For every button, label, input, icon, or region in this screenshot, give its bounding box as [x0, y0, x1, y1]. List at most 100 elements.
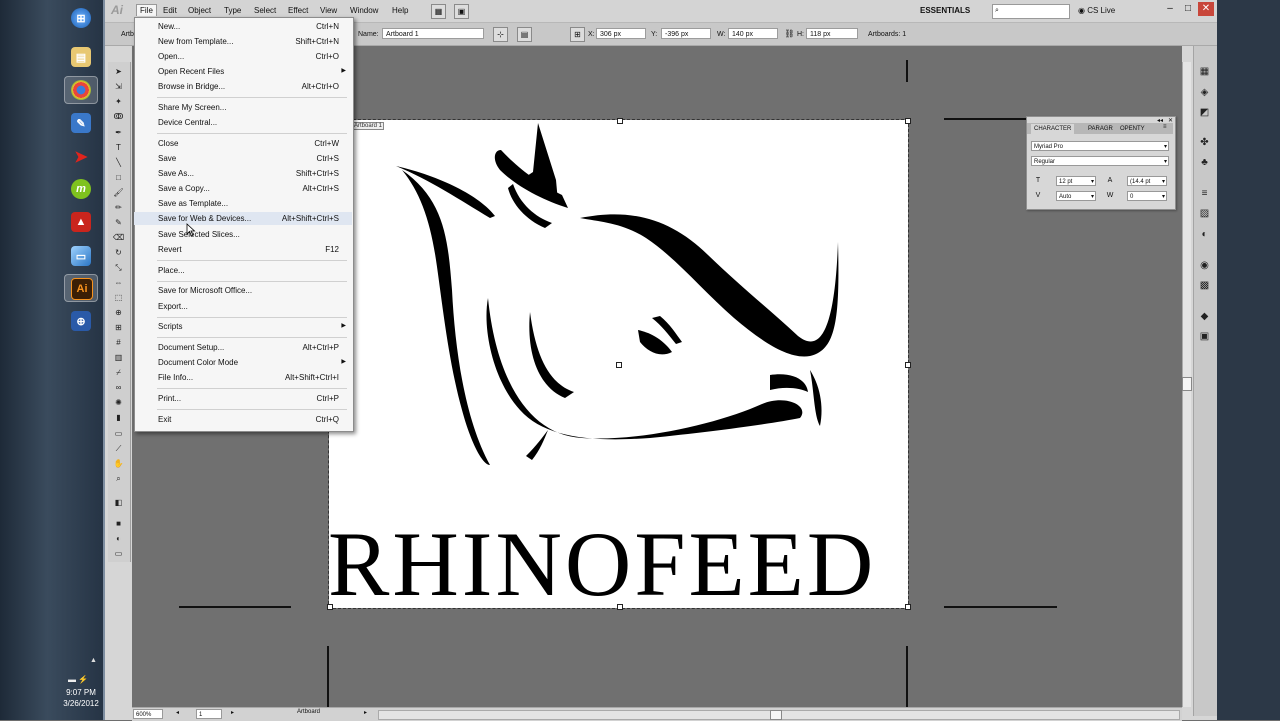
- free-transform-tool-icon[interactable]: ⬚: [112, 292, 125, 303]
- status-text[interactable]: Artboard: [297, 709, 320, 715]
- slice-tool-icon[interactable]: ⟋: [112, 443, 125, 454]
- bridge-icon[interactable]: ▦: [431, 4, 446, 19]
- windows-start-button[interactable]: ⊞: [64, 4, 98, 32]
- taskbar-illustrator[interactable]: Ai: [64, 274, 98, 302]
- zoom-tool-icon[interactable]: ⌕: [112, 473, 125, 484]
- paintbrush-tool-icon[interactable]: 🖌: [112, 187, 125, 198]
- artboards-icon[interactable]: ▣: [1198, 331, 1211, 343]
- y-field[interactable]: -396 px: [661, 28, 711, 39]
- column-graph-tool-icon[interactable]: ▮: [112, 412, 125, 423]
- lasso-tool-icon[interactable]: ↂ: [112, 111, 125, 122]
- gradient-icon[interactable]: ▨: [1198, 208, 1211, 220]
- pencil-tool-icon[interactable]: ✏: [112, 202, 125, 213]
- direct-selection-tool-icon[interactable]: ⇲: [112, 81, 125, 92]
- type-tool-icon[interactable]: T: [112, 142, 125, 153]
- minimize-button[interactable]: –: [1162, 2, 1178, 16]
- menu-item-print[interactable]: Print... Ctrl+P: [134, 392, 352, 405]
- move-artwork-icon[interactable]: ⊹: [493, 27, 508, 42]
- symbol-sprayer-tool-icon[interactable]: ✺: [112, 397, 125, 408]
- reference-point-icon[interactable]: ⊞: [570, 27, 585, 42]
- tab-paragraph[interactable]: PARAGR: [1085, 124, 1116, 134]
- arrange-documents-icon[interactable]: ▣: [454, 4, 469, 19]
- taskbar-library[interactable]: ▤: [64, 43, 98, 71]
- artboard-handle[interactable]: [905, 604, 911, 610]
- line-tool-icon[interactable]: ╲: [112, 157, 125, 168]
- eyedropper-tool-icon[interactable]: ⌿: [112, 367, 125, 378]
- menu-effect[interactable]: Effect: [285, 5, 311, 16]
- appearance-icon[interactable]: ◉: [1198, 260, 1211, 272]
- menu-item-save-for-office[interactable]: Save for Microsoft Office...: [134, 284, 352, 297]
- h-field[interactable]: 118 px: [806, 28, 858, 39]
- x-field[interactable]: 306 px: [596, 28, 646, 39]
- menu-item-save-selected-slices[interactable]: Save Selected Slices...: [134, 228, 352, 241]
- taskbar-clock[interactable]: 9:07 PM 3/26/2012: [58, 687, 104, 709]
- graphic-styles-icon[interactable]: ▩: [1198, 280, 1211, 292]
- menu-item-open-recent[interactable]: Open Recent Files ▶: [134, 65, 352, 78]
- font-style-field[interactable]: Regular ▾: [1031, 156, 1169, 166]
- artboard-center-handle[interactable]: [616, 362, 622, 368]
- shape-builder-tool-icon[interactable]: ⊕: [112, 307, 125, 318]
- maximize-button[interactable]: □: [1180, 2, 1196, 16]
- tab-opentype[interactable]: OPENTY: [1117, 124, 1148, 134]
- menu-item-new-from-template[interactable]: New from Template... Shift+Ctrl+N: [134, 35, 352, 48]
- next-artboard-icon[interactable]: ▸: [231, 709, 234, 716]
- width-tool-icon[interactable]: ⇔: [112, 277, 125, 288]
- menu-item-save-a-copy[interactable]: Save a Copy... Alt+Ctrl+S: [134, 182, 352, 195]
- layers-icon[interactable]: ◆: [1198, 311, 1211, 323]
- color-panel-icon[interactable]: ▦: [1198, 66, 1211, 78]
- menu-select[interactable]: Select: [251, 5, 279, 16]
- draw-mode-icon[interactable]: ◐: [112, 533, 125, 544]
- menu-item-browse-in-bridge[interactable]: Browse in Bridge... Alt+Ctrl+O: [134, 80, 352, 93]
- blob-brush-tool-icon[interactable]: ✎: [112, 217, 125, 228]
- menu-item-exit[interactable]: Exit Ctrl+Q: [134, 413, 352, 426]
- font-size-field[interactable]: 12 pt ▾: [1056, 176, 1096, 186]
- font-family-field[interactable]: Myriad Pro ▾: [1031, 141, 1169, 151]
- stroke-icon[interactable]: ≡: [1198, 188, 1211, 200]
- menu-item-open[interactable]: Open... Ctrl+O: [134, 50, 352, 63]
- taskbar-acrobat[interactable]: ▲: [64, 208, 98, 236]
- menu-item-file-info[interactable]: File Info... Alt+Shift+Ctrl+I: [134, 371, 352, 384]
- taskbar-m-app[interactable]: m: [64, 175, 98, 203]
- artboard-handle[interactable]: [617, 604, 623, 610]
- artboard-name-field[interactable]: Artboard 1: [382, 28, 484, 39]
- artboard-handle[interactable]: [327, 604, 333, 610]
- leading-field[interactable]: (14.4 pt ▾: [1127, 176, 1167, 186]
- swatches-icon[interactable]: ◩: [1198, 107, 1211, 119]
- mesh-tool-icon[interactable]: #: [112, 337, 125, 348]
- menu-edit[interactable]: Edit: [160, 5, 180, 16]
- tab-character[interactable]: CHARACTER: [1031, 124, 1075, 134]
- menu-view[interactable]: View: [317, 5, 340, 16]
- menu-item-scripts[interactable]: Scripts ▶: [134, 320, 352, 333]
- status-menu-icon[interactable]: ▸: [364, 709, 367, 716]
- menu-item-device-central[interactable]: Device Central...: [134, 116, 352, 129]
- close-button[interactable]: ✕: [1198, 2, 1214, 16]
- gradient-tool-icon[interactable]: ▥: [112, 352, 125, 363]
- menu-item-new[interactable]: New... Ctrl+N: [134, 20, 352, 33]
- menu-object[interactable]: Object: [185, 5, 214, 16]
- eraser-tool-icon[interactable]: ⌫: [112, 232, 125, 243]
- hand-tool-icon[interactable]: ✋: [112, 458, 125, 469]
- menu-item-document-setup[interactable]: Document Setup... Alt+Ctrl+P: [134, 341, 352, 354]
- tray-icons[interactable]: ▬ ⚡: [68, 675, 98, 685]
- menu-item-save[interactable]: Save Ctrl+S: [134, 152, 352, 165]
- taskbar-window[interactable]: ▭: [64, 242, 98, 270]
- artboard-number-field[interactable]: 1: [196, 709, 222, 719]
- menu-item-revert[interactable]: Revert F12: [134, 243, 352, 256]
- taskbar-notes[interactable]: ✎: [64, 109, 98, 137]
- scale-tool-icon[interactable]: ⤡: [112, 262, 125, 273]
- prev-artboard-icon[interactable]: ◂: [176, 709, 179, 716]
- artboard-options-icon[interactable]: ▤: [517, 27, 532, 42]
- taskbar-red-arrow[interactable]: ➤: [64, 143, 98, 171]
- color-guide-icon[interactable]: ◈: [1198, 87, 1211, 99]
- brushes-icon[interactable]: ✤: [1198, 137, 1211, 149]
- taskbar-network[interactable]: ⊕: [64, 307, 98, 335]
- artboard-tool-icon[interactable]: ▭: [112, 428, 125, 439]
- rhino-head-artwork[interactable]: [330, 120, 908, 530]
- artboard-handle[interactable]: [905, 362, 911, 368]
- transparency-icon[interactable]: ◐: [1198, 229, 1211, 241]
- tracking-field[interactable]: 0 ▾: [1127, 191, 1167, 201]
- magic-wand-tool-icon[interactable]: ✦: [112, 96, 125, 107]
- menu-window[interactable]: Window: [347, 5, 381, 16]
- menu-item-export[interactable]: Export...: [134, 300, 352, 313]
- panel-menu-icon[interactable]: ≡: [1163, 124, 1167, 130]
